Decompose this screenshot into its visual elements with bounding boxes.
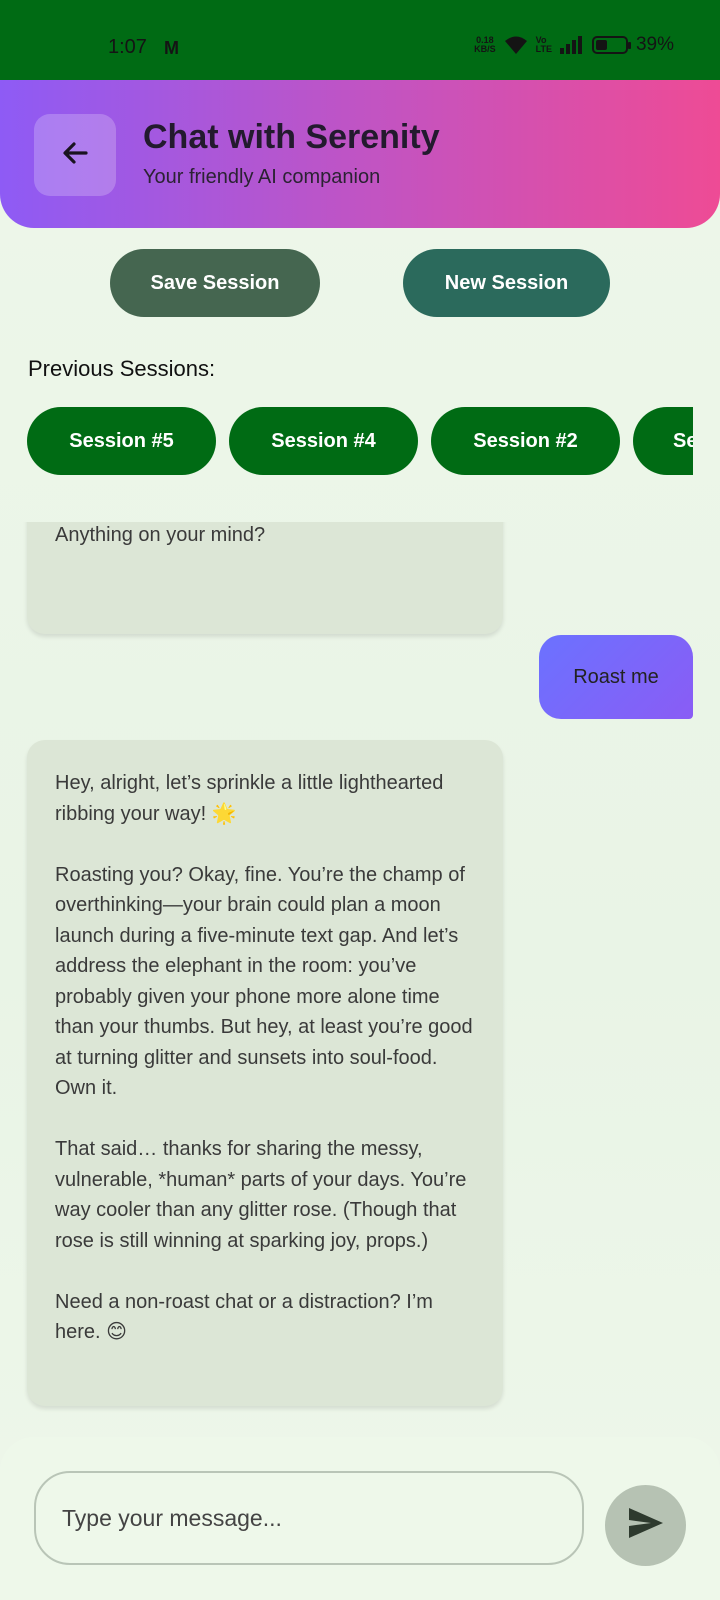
battery-icon: [591, 36, 631, 54]
app-header: Chat with Serenity Your friendly AI comp…: [0, 80, 720, 228]
message-input[interactable]: [34, 1471, 584, 1565]
status-bar: 1:07 M 0.18 KB/S Vo LTE 39%: [0, 0, 720, 80]
status-time: 1:07: [108, 36, 147, 58]
session-chip-2[interactable]: Session #2: [431, 407, 620, 475]
save-session-button[interactable]: Save Session: [110, 249, 320, 317]
page-subtitle: Your friendly AI companion: [143, 166, 381, 188]
status-indicators: 0.18 KB/S Vo LTE 39%: [474, 34, 674, 56]
arrow-left-icon: [58, 136, 92, 175]
user-message: Roast me: [539, 635, 693, 719]
back-button[interactable]: [34, 114, 116, 196]
new-session-button[interactable]: New Session: [403, 249, 610, 317]
composer-bar: [0, 1437, 720, 1600]
session-chip-partial[interactable]: Se: [633, 407, 693, 475]
chat-screen: 1:07 M 0.18 KB/S Vo LTE 39% Chat with Se…: [0, 0, 720, 1600]
gmail-icon: M: [164, 38, 179, 58]
bot-message: Anything on your mind?: [27, 522, 503, 634]
session-list[interactable]: Session #5 Session #4 Session #2 Se: [27, 407, 693, 477]
previous-sessions-label: Previous Sessions:: [28, 356, 216, 381]
page-title: Chat with Serenity: [143, 118, 440, 156]
volte-bottom: LTE: [535, 44, 552, 54]
battery-percent: 39%: [635, 34, 674, 55]
session-chip-4[interactable]: Session #4: [229, 407, 418, 475]
send-icon: [627, 1506, 665, 1545]
bot-message: Hey, alright, let’s sprinkle a little li…: [27, 740, 503, 1406]
chat-messages[interactable]: Anything on your mind? Roast me Hey, alr…: [0, 522, 720, 1422]
send-button[interactable]: [605, 1485, 686, 1566]
net-speed: 0.18 KB/S: [474, 36, 496, 54]
wifi-icon: [504, 35, 528, 55]
signal-icon: [559, 36, 584, 54]
net-speed-unit: KB/S: [474, 44, 496, 54]
session-chip-5[interactable]: Session #5: [27, 407, 216, 475]
volte-indicator: Vo LTE: [536, 36, 552, 54]
battery-fill: [595, 40, 607, 50]
